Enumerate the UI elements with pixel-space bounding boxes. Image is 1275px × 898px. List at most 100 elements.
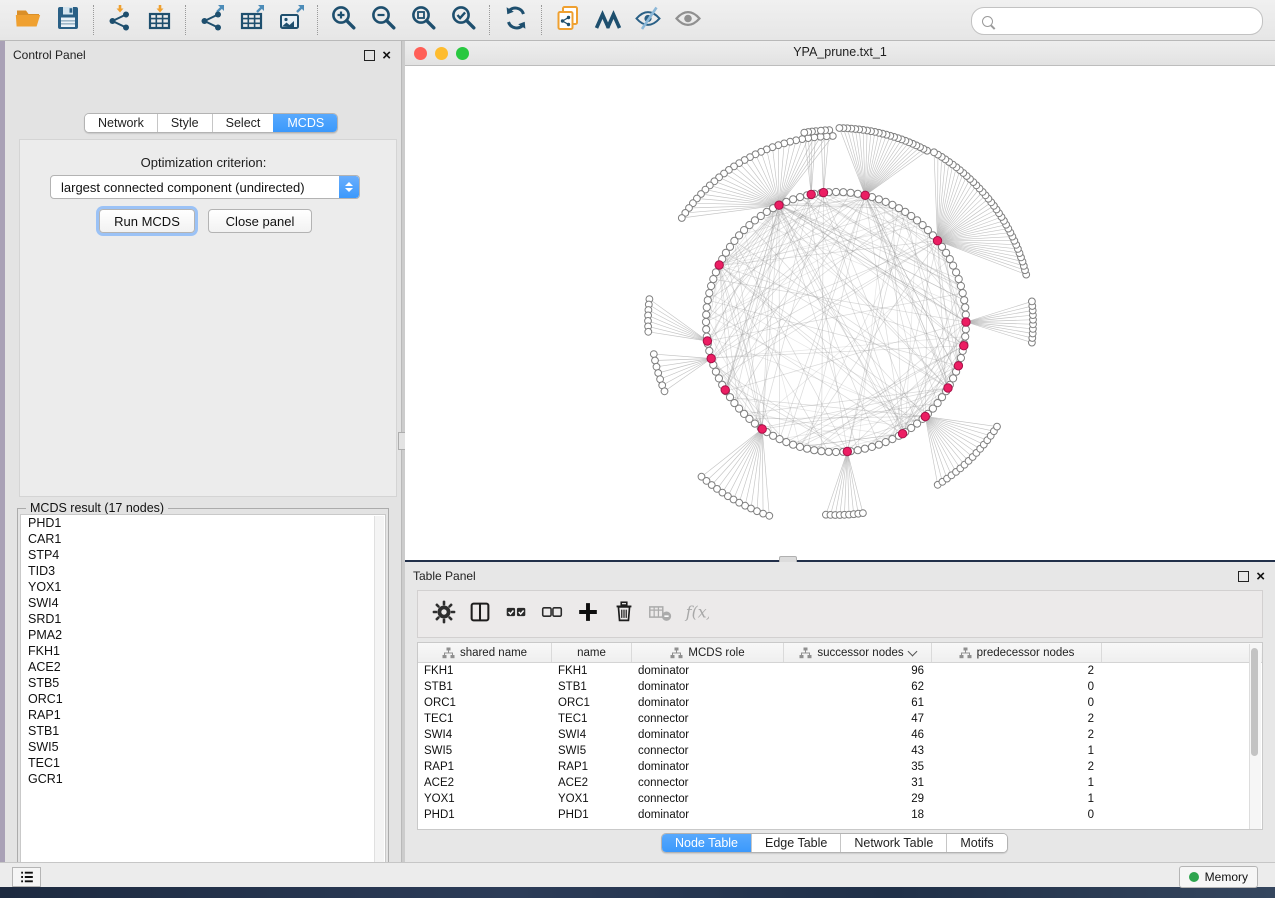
table-row[interactable]: YOX1YOX1connector291 xyxy=(418,791,1262,807)
table-scrollbar-thumb[interactable] xyxy=(1251,648,1258,756)
cell-shared-name[interactable]: ACE2 xyxy=(418,777,552,789)
column-header-predecessor-nodes[interactable]: predecessor nodes xyxy=(932,643,1102,662)
cell-shared-name[interactable]: FKH1 xyxy=(418,665,552,677)
zoom-fit-button[interactable] xyxy=(404,3,444,37)
delete-column-button[interactable] xyxy=(606,596,642,632)
table-row[interactable]: PHD1PHD1dominator180 xyxy=(418,807,1262,823)
mcds-result-item[interactable]: SRD1 xyxy=(21,611,385,627)
mcds-result-item[interactable]: GCR1 xyxy=(21,771,385,787)
mcds-result-item[interactable]: RAP1 xyxy=(21,707,385,723)
table-tab-edge-table[interactable]: Edge Table xyxy=(751,834,840,852)
cell-predecessor-nodes[interactable]: 0 xyxy=(932,697,1102,709)
cell-successor-nodes[interactable]: 47 xyxy=(784,713,932,725)
cell-MCDS-role[interactable]: dominator xyxy=(632,809,784,821)
table-row[interactable]: TEC1TEC1connector472 xyxy=(418,711,1262,727)
cell-predecessor-nodes[interactable]: 1 xyxy=(932,745,1102,757)
cell-successor-nodes[interactable]: 46 xyxy=(784,729,932,741)
cell-name[interactable]: STB1 xyxy=(552,681,632,693)
mcds-result-item[interactable]: TID3 xyxy=(21,563,385,579)
mcds-result-item[interactable]: SWI4 xyxy=(21,595,385,611)
refresh-view-button[interactable] xyxy=(496,3,536,37)
cell-MCDS-role[interactable]: dominator xyxy=(632,665,784,677)
table-tab-network-table[interactable]: Network Table xyxy=(840,834,946,852)
toggle-columns-button[interactable] xyxy=(462,596,498,632)
cell-MCDS-role[interactable]: connector xyxy=(632,777,784,789)
cell-shared-name[interactable]: ORC1 xyxy=(418,697,552,709)
cell-successor-nodes[interactable]: 43 xyxy=(784,745,932,757)
cell-MCDS-role[interactable]: dominator xyxy=(632,761,784,773)
tab-select[interactable]: Select xyxy=(212,114,274,132)
mcds-result-item[interactable]: PHD1 xyxy=(21,515,385,531)
cell-shared-name[interactable]: STB1 xyxy=(418,681,552,693)
table-row[interactable]: STB1STB1dominator620 xyxy=(418,679,1262,695)
cell-successor-nodes[interactable]: 96 xyxy=(784,665,932,677)
close-panel-button[interactable]: × xyxy=(382,51,391,60)
cell-predecessor-nodes[interactable]: 0 xyxy=(932,681,1102,693)
save-session-button[interactable] xyxy=(48,3,88,37)
export-network-button[interactable] xyxy=(192,3,232,37)
table-row[interactable]: ACE2ACE2connector311 xyxy=(418,775,1262,791)
cell-name[interactable]: ORC1 xyxy=(552,697,632,709)
memory-button[interactable]: Memory xyxy=(1179,866,1258,888)
table-scrollbar[interactable] xyxy=(1249,644,1261,830)
import-network-button[interactable] xyxy=(100,3,140,37)
column-header-name[interactable]: name xyxy=(552,643,632,662)
mcds-result-item[interactable]: ACE2 xyxy=(21,659,385,675)
cell-predecessor-nodes[interactable]: 2 xyxy=(932,729,1102,741)
show-panels-menu-button[interactable] xyxy=(12,867,41,887)
network-window-titlebar[interactable]: YPA_prune.txt_1 xyxy=(405,41,1275,66)
mcds-result-item[interactable]: STB5 xyxy=(21,675,385,691)
cell-name[interactable]: TEC1 xyxy=(552,713,632,725)
add-column-button[interactable] xyxy=(570,596,606,632)
clone-network-button[interactable] xyxy=(548,3,588,37)
table-row[interactable]: RAP1RAP1dominator352 xyxy=(418,759,1262,775)
mcds-result-item[interactable]: FKH1 xyxy=(21,643,385,659)
float-table-panel-button[interactable] xyxy=(1238,571,1249,582)
open-session-button[interactable] xyxy=(8,3,48,37)
cell-predecessor-nodes[interactable]: 0 xyxy=(932,809,1102,821)
close-mcds-panel-button[interactable]: Close panel xyxy=(208,209,312,233)
tab-style[interactable]: Style xyxy=(157,114,212,132)
run-mcds-button[interactable]: Run MCDS xyxy=(99,209,195,233)
cell-name[interactable]: SWI4 xyxy=(552,729,632,741)
cell-successor-nodes[interactable]: 18 xyxy=(784,809,932,821)
zoom-in-button[interactable] xyxy=(324,3,364,37)
cell-successor-nodes[interactable]: 62 xyxy=(784,681,932,693)
table-row[interactable]: SWI5SWI5connector431 xyxy=(418,743,1262,759)
cell-name[interactable]: PHD1 xyxy=(552,809,632,821)
search-input[interactable] xyxy=(1000,10,1252,32)
cell-MCDS-role[interactable]: dominator xyxy=(632,729,784,741)
column-header-successor-nodes[interactable]: successor nodes xyxy=(784,643,932,662)
hide-selected-button[interactable] xyxy=(628,3,668,37)
optimization-criterion-select[interactable]: largest connected component (undirected) xyxy=(50,175,360,199)
tab-network[interactable]: Network xyxy=(85,114,157,132)
search-field[interactable] xyxy=(971,7,1263,35)
cell-predecessor-nodes[interactable]: 1 xyxy=(932,793,1102,805)
network-graph[interactable] xyxy=(405,66,1275,560)
cell-MCDS-role[interactable]: dominator xyxy=(632,681,784,693)
mcds-result-item[interactable]: PMA2 xyxy=(21,627,385,643)
cell-shared-name[interactable]: PHD1 xyxy=(418,809,552,821)
mcds-result-item[interactable]: STB1 xyxy=(21,723,385,739)
table-settings-button[interactable] xyxy=(426,596,462,632)
cell-name[interactable]: RAP1 xyxy=(552,761,632,773)
cell-MCDS-role[interactable]: dominator xyxy=(632,697,784,709)
network-canvas[interactable] xyxy=(405,66,1275,560)
table-tab-node-table[interactable]: Node Table xyxy=(662,834,751,852)
column-header-shared-name[interactable]: shared name xyxy=(418,643,552,662)
tab-mcds[interactable]: MCDS xyxy=(273,114,337,132)
cell-successor-nodes[interactable]: 61 xyxy=(784,697,932,709)
cell-predecessor-nodes[interactable]: 2 xyxy=(932,713,1102,725)
mcds-result-item[interactable]: SWI5 xyxy=(21,739,385,755)
close-table-panel-button[interactable]: × xyxy=(1256,572,1265,581)
cell-predecessor-nodes[interactable]: 2 xyxy=(932,665,1102,677)
cell-MCDS-role[interactable]: connector xyxy=(632,793,784,805)
deselect-all-rows-button[interactable] xyxy=(534,596,570,632)
cell-name[interactable]: ACE2 xyxy=(552,777,632,789)
mcds-list-scrollbar[interactable] xyxy=(374,516,384,876)
table-row[interactable]: SWI4SWI4dominator462 xyxy=(418,727,1262,743)
cell-name[interactable]: FKH1 xyxy=(552,665,632,677)
mcds-result-item[interactable]: STP4 xyxy=(21,547,385,563)
select-all-rows-button[interactable] xyxy=(498,596,534,632)
mcds-result-list[interactable]: PHD1CAR1STP4TID3YOX1SWI4SRD1PMA2FKH1ACE2… xyxy=(20,514,386,876)
